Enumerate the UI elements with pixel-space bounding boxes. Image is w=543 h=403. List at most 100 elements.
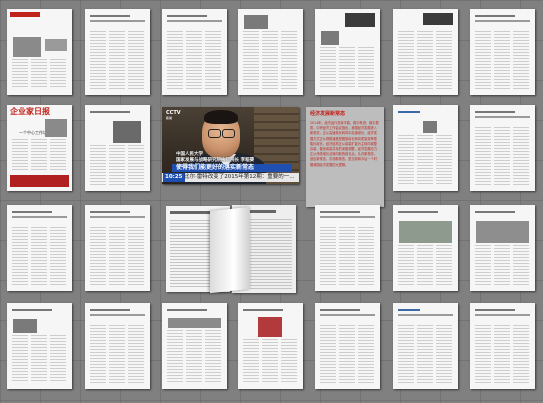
page-photo xyxy=(423,121,437,133)
page-header xyxy=(475,211,515,213)
channel-sub: 新闻 xyxy=(166,116,173,120)
page-subheader xyxy=(90,216,145,218)
page-header xyxy=(398,211,438,213)
text-columns xyxy=(320,227,375,285)
text-columns xyxy=(320,47,375,89)
text-columns xyxy=(398,31,453,89)
page-thumbnail[interactable] xyxy=(7,303,72,389)
text-columns xyxy=(398,325,453,383)
page-photo xyxy=(113,121,141,143)
advertisement-strip xyxy=(10,175,69,187)
text-columns xyxy=(167,31,222,89)
text-columns xyxy=(90,325,145,383)
page-thumbnail[interactable] xyxy=(85,105,150,191)
text-columns xyxy=(12,59,67,89)
page-header xyxy=(90,211,130,213)
text-columns xyxy=(12,335,67,383)
page-subheader xyxy=(90,314,145,316)
text-columns xyxy=(320,325,375,383)
page-photo xyxy=(13,319,37,333)
text-columns xyxy=(12,227,67,285)
page-header xyxy=(475,15,515,17)
channel-logo: CCTV 新闻 xyxy=(166,110,181,120)
page-subheader xyxy=(320,314,375,316)
page-thumbnail[interactable] xyxy=(470,303,535,389)
page-photo xyxy=(399,221,452,243)
glasses-icon xyxy=(222,129,235,138)
text-columns xyxy=(398,245,453,285)
page-header xyxy=(243,309,283,311)
page-thumbnail[interactable] xyxy=(85,9,150,95)
masthead-title: 企业家日报 xyxy=(10,107,50,116)
page-header xyxy=(320,309,360,311)
text-columns xyxy=(90,227,145,285)
page-header xyxy=(398,309,420,311)
speaker-title: 国家发展与战略研究院执行院长 李稻葵 xyxy=(176,158,255,163)
page-subheader xyxy=(12,216,67,218)
page-subheader xyxy=(398,314,453,316)
text-card[interactable]: 经济发展新常态 2014年，经济运行总体平稳，稳中有进，稳中提质。中央经济工作会… xyxy=(306,107,384,207)
page-photo xyxy=(244,15,268,29)
glasses-icon xyxy=(208,129,221,138)
page-header xyxy=(12,309,52,311)
page-header xyxy=(90,15,130,17)
page-header xyxy=(90,111,130,113)
page-header xyxy=(475,111,515,113)
page-thumbnail[interactable] xyxy=(393,303,458,389)
page-thumbnail[interactable] xyxy=(470,105,535,191)
page-thumbnail[interactable] xyxy=(470,9,535,95)
page-subheader xyxy=(475,116,530,118)
page-subheader xyxy=(475,20,530,22)
open-spread[interactable] xyxy=(166,205,296,294)
page-thumbnail[interactable]: 企业家日报 一个中心工作坊 xyxy=(7,105,72,191)
page-photo xyxy=(476,221,529,243)
page-header xyxy=(170,211,210,214)
video-caption: 使得我们能更好的落实新常态 xyxy=(176,164,255,171)
front-photo xyxy=(13,37,41,57)
page-flip xyxy=(210,206,250,294)
page-subheader xyxy=(167,20,222,22)
page-thumbnail[interactable] xyxy=(393,105,458,191)
card-body: 2014年，经济运行总体平稳，稳中有进，稳中提质。中央经济工作会议指出，我国经济… xyxy=(310,121,379,167)
card-title: 经济发展新常态 xyxy=(310,111,346,117)
page-thumbnail[interactable] xyxy=(315,303,380,389)
page-header xyxy=(167,309,207,311)
page-thumbnail[interactable] xyxy=(393,9,458,95)
page-thumbnail[interactable] xyxy=(162,303,227,389)
page-thumbnail[interactable] xyxy=(7,9,72,95)
page-header xyxy=(12,211,52,213)
page-photo xyxy=(321,31,339,45)
page-thumbnail[interactable] xyxy=(393,205,458,291)
front-photo xyxy=(45,119,67,137)
page-subheader xyxy=(475,314,530,316)
front-headline: 一个中心工作坊 xyxy=(19,130,47,135)
page-thumbnail[interactable] xyxy=(238,9,303,95)
text-columns xyxy=(243,31,298,89)
page-thumbnail[interactable] xyxy=(85,205,150,291)
video-player[interactable]: CCTV 新闻 中国人民大学 国家发展与战略研究院执行院长 李稻葵 使得我们能更好… xyxy=(162,107,299,184)
page-thumbnail[interactable] xyxy=(238,303,303,389)
page-thumbnail[interactable] xyxy=(315,205,380,291)
news-ticker: 比尔·雷特改变了2015年第12期：重要的一... xyxy=(184,174,295,180)
page-header xyxy=(475,309,515,311)
page-thumbnail[interactable] xyxy=(470,205,535,291)
text-columns xyxy=(475,31,530,89)
header-bar xyxy=(345,13,375,27)
page-thumbnail[interactable] xyxy=(85,303,150,389)
page-photo xyxy=(168,318,221,328)
speaker-hair xyxy=(204,110,238,124)
text-columns xyxy=(243,339,298,383)
page-header xyxy=(90,309,130,311)
text-columns xyxy=(475,127,530,185)
text-columns xyxy=(12,139,67,171)
page-header xyxy=(320,211,360,213)
page-thumbnail[interactable] xyxy=(315,9,380,95)
text-columns xyxy=(398,135,453,185)
page-thumbnail[interactable] xyxy=(7,205,72,291)
text-columns xyxy=(90,31,145,89)
text-columns xyxy=(475,245,530,285)
page-header xyxy=(398,111,420,113)
clock: 10:25 xyxy=(163,173,185,182)
page-subheader xyxy=(90,20,145,22)
page-thumbnail[interactable] xyxy=(162,9,227,95)
